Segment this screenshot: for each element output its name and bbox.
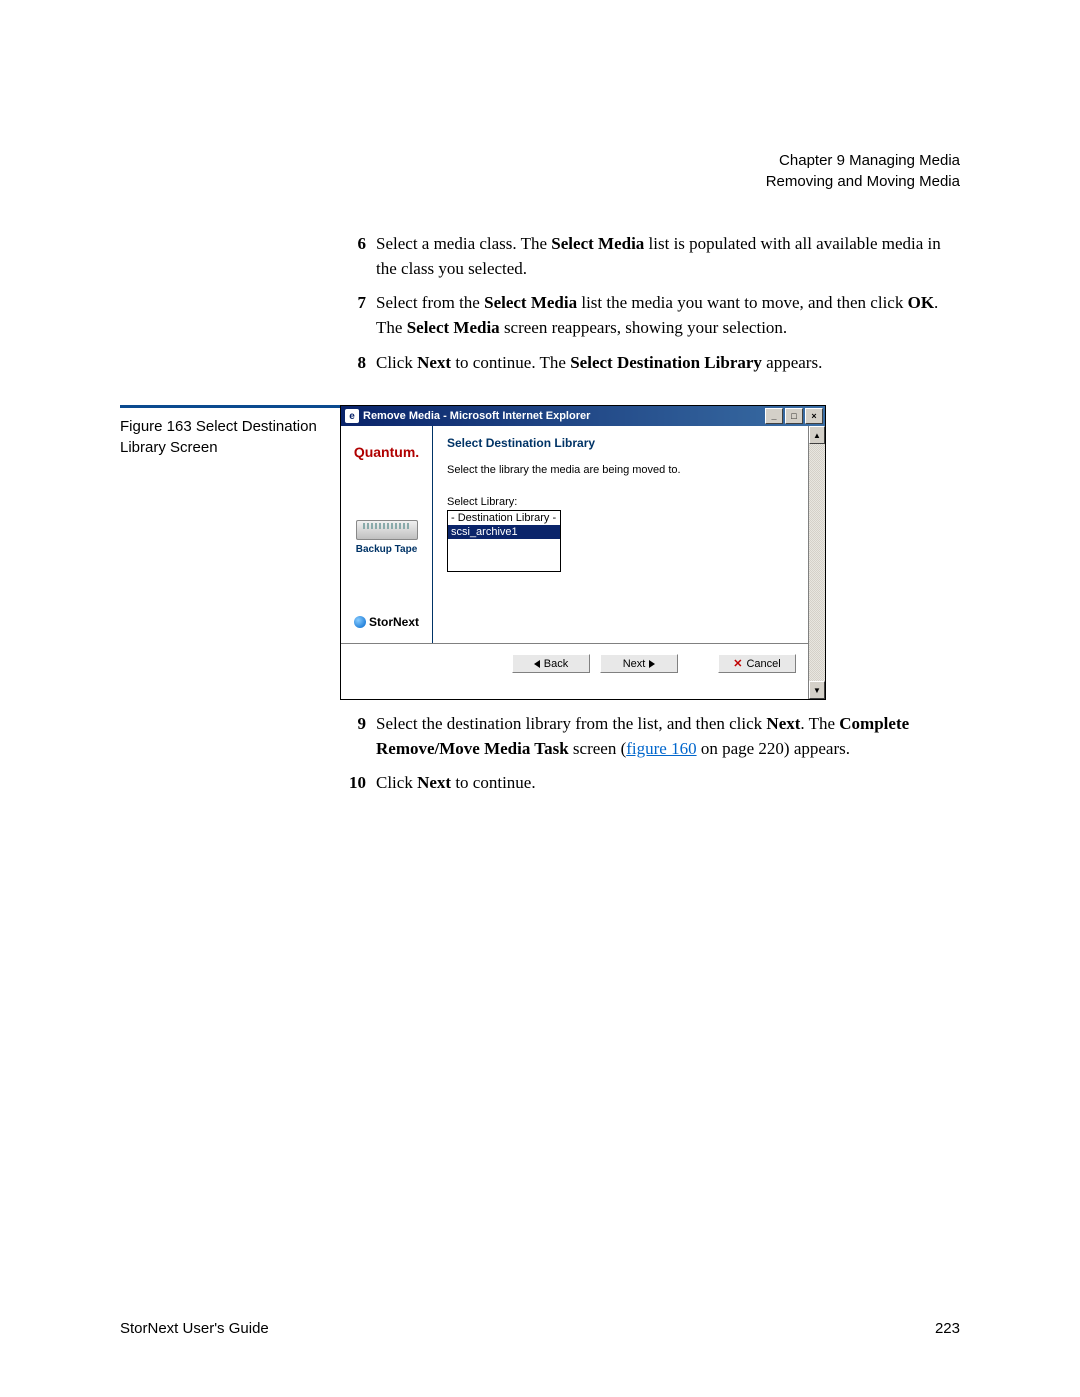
step-number: 8 — [340, 351, 366, 376]
minimize-button[interactable]: _ — [765, 408, 783, 424]
figure-row: Figure 163 Select Destination Library Sc… — [120, 405, 960, 700]
wizard-main: Select Destination Library Select the li… — [433, 426, 808, 643]
page-number: 223 — [935, 1320, 960, 1337]
step-number: 10 — [340, 771, 366, 796]
maximize-button[interactable]: □ — [785, 408, 803, 424]
step-text: Select a media class. The Select Media l… — [376, 232, 960, 281]
scroll-up-arrow[interactable]: ▲ — [809, 426, 825, 444]
triangle-right-icon — [649, 660, 655, 668]
step-number: 6 — [340, 232, 366, 281]
page-footer: StorNext User's Guide 223 — [120, 1320, 960, 1337]
window-title: Remove Media - Microsoft Internet Explor… — [363, 410, 763, 422]
guide-name: StorNext User's Guide — [120, 1320, 269, 1337]
section-title: Removing and Moving Media — [120, 171, 960, 192]
step-item: 6Select a media class. The Select Media … — [340, 232, 960, 281]
tape-label: Backup Tape — [356, 544, 418, 555]
vertical-scrollbar[interactable]: ▲ ▼ — [808, 426, 825, 699]
page-header: Chapter 9 Managing Media Removing and Mo… — [120, 150, 960, 192]
select-library-label: Select Library: — [447, 496, 794, 508]
figure-caption: Figure 163 Select Destination Library Sc… — [120, 405, 340, 458]
tape-icon — [356, 520, 418, 540]
steps-top: 6Select a media class. The Select Media … — [340, 232, 960, 375]
chapter-title: Chapter 9 Managing Media — [120, 150, 960, 171]
document-page: Chapter 9 Managing Media Removing and Mo… — [0, 0, 1080, 1397]
step-text: Select the destination library from the … — [376, 712, 960, 761]
wizard-sidebar: Quantum. Backup Tape StorNext — [341, 426, 433, 643]
step-item: 7Select from the Select Media list the m… — [340, 291, 960, 340]
step-number: 9 — [340, 712, 366, 761]
step-item: 10 Click Next to continue. — [340, 771, 960, 796]
stornext-logo: StorNext — [354, 615, 419, 629]
wizard-panel: Quantum. Backup Tape StorNext Select Des… — [341, 426, 808, 643]
quantum-logo: Quantum. — [354, 444, 419, 460]
x-icon: ✕ — [733, 657, 742, 670]
ie-window: e Remove Media - Microsoft Internet Expl… — [340, 405, 826, 700]
scroll-down-arrow[interactable]: ▼ — [809, 681, 825, 699]
cross-ref-link[interactable]: figure 160 — [626, 739, 696, 758]
ie-icon: e — [345, 409, 359, 423]
window-titlebar: e Remove Media - Microsoft Internet Expl… — [341, 406, 825, 426]
step-item: 8 Click Next to continue. The Select Dest… — [340, 351, 960, 376]
listbox-option[interactable]: scsi_archive1 — [448, 525, 560, 539]
triangle-left-icon — [534, 660, 540, 668]
step-item: 9Select the destination library from the… — [340, 712, 960, 761]
step-text: Click Next to continue. The Select Desti… — [376, 351, 960, 376]
window-body: Quantum. Backup Tape StorNext Select Des… — [341, 426, 825, 699]
close-button[interactable]: × — [805, 408, 823, 424]
back-button[interactable]: Back — [512, 654, 590, 673]
wizard-buttons: Back Next ✕ Cancel — [341, 643, 808, 699]
stornext-globe-icon — [354, 616, 366, 628]
back-label: Back — [544, 658, 568, 670]
step-text: Select from the Select Media list the me… — [376, 291, 960, 340]
wizard-instruction: Select the library the media are being m… — [447, 464, 794, 476]
wizard-title: Select Destination Library — [447, 436, 794, 450]
step-text: Click Next to continue. — [376, 771, 960, 796]
select-library-listbox[interactable]: - Destination Library -scsi_archive1 — [447, 510, 561, 572]
cancel-button[interactable]: ✕ Cancel — [718, 654, 796, 673]
window-content: Quantum. Backup Tape StorNext Select Des… — [341, 426, 808, 699]
next-button[interactable]: Next — [600, 654, 678, 673]
stornext-text: StorNext — [369, 615, 419, 629]
step-number: 7 — [340, 291, 366, 340]
scroll-track[interactable] — [809, 444, 825, 681]
listbox-option[interactable]: - Destination Library - — [448, 511, 560, 525]
steps-bottom: 9Select the destination library from the… — [340, 712, 960, 796]
next-label: Next — [623, 658, 646, 670]
cancel-label: Cancel — [746, 658, 780, 670]
